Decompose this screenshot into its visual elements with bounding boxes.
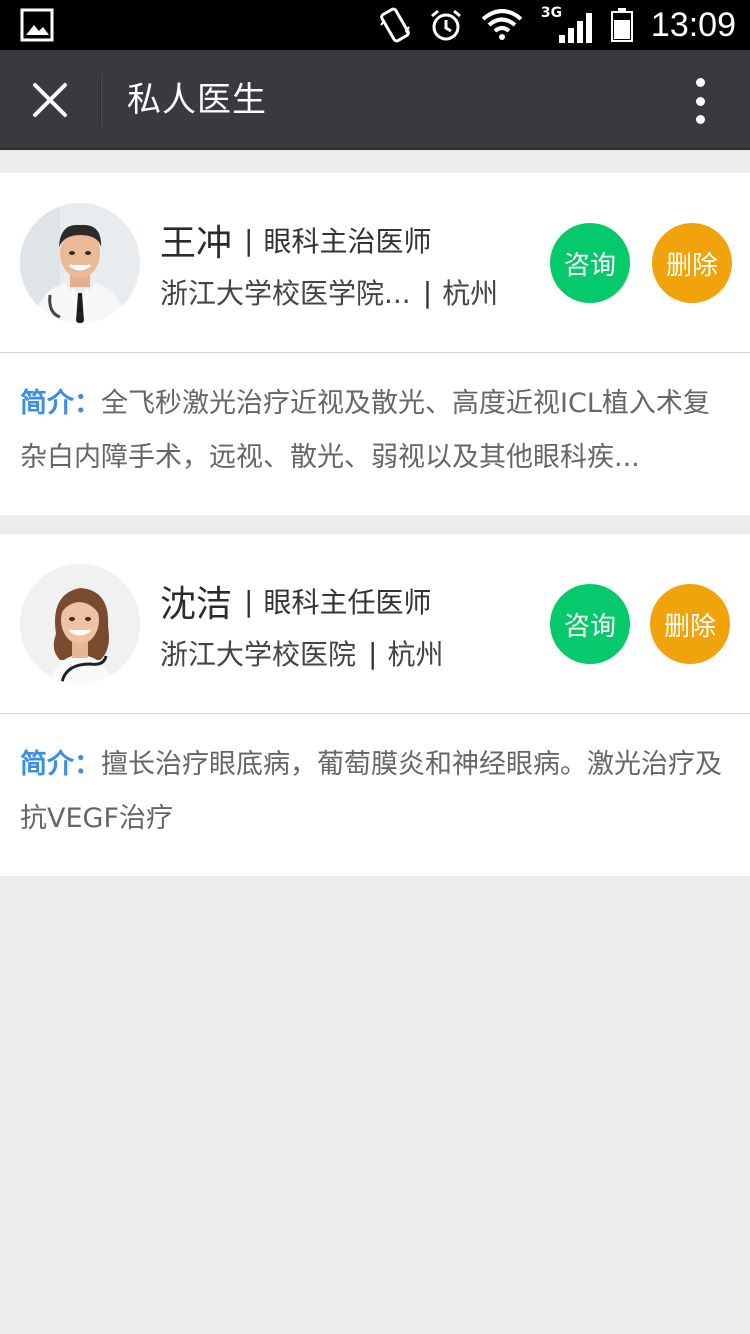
doctor-name-line: 沈洁 | 眼科主任医师 bbox=[160, 576, 431, 626]
doctor-intro: 简介：全飞秒激光治疗近视及散光、高度近视ICL植入术复杂白内障手术，远视、散光、… bbox=[0, 353, 750, 515]
doctor-hospital-line: 浙江大学校医院 | 杭州 bbox=[160, 631, 443, 675]
alarm-icon bbox=[430, 9, 461, 41]
top-nav-bar: 私人医生 bbox=[0, 50, 750, 150]
consult-button[interactable]: 咨询 bbox=[550, 223, 630, 303]
close-icon[interactable] bbox=[30, 80, 70, 120]
consult-button[interactable]: 咨询 bbox=[550, 584, 630, 664]
more-vertical-icon[interactable] bbox=[690, 78, 710, 124]
battery-icon bbox=[610, 8, 633, 42]
separator: | bbox=[244, 584, 254, 618]
separator: | bbox=[368, 636, 378, 670]
page-title: 私人医生 bbox=[127, 80, 267, 120]
doctor-name-line: 王冲 | 眼科主治医师 bbox=[160, 215, 431, 265]
vibrate-icon bbox=[380, 7, 410, 43]
intro-label: 简介： bbox=[20, 388, 101, 419]
doctor-avatar bbox=[20, 564, 140, 684]
signal-icon: 3G bbox=[541, 5, 593, 45]
doctor-hospital: 浙江大学校医院 bbox=[160, 638, 357, 671]
doctor-card-header: 王冲 | 眼科主治医师 浙江大学校医学院... | 杭州 咨询 删除 bbox=[0, 173, 750, 353]
doctor-avatar bbox=[20, 203, 140, 323]
intro-label: 简介： bbox=[20, 749, 101, 780]
doctor-card[interactable]: 王冲 | 眼科主治医师 浙江大学校医学院... | 杭州 咨询 删除 简介：全飞… bbox=[0, 173, 750, 515]
image-icon bbox=[20, 8, 54, 42]
doctor-card-header: 沈洁 | 眼科主任医师 浙江大学校医院 | 杭州 咨询 删除 bbox=[0, 534, 750, 714]
status-bar: 3G 13:09 bbox=[0, 0, 750, 50]
doctor-title: 眼科主治医师 bbox=[263, 225, 432, 258]
doctor-name: 沈洁 bbox=[160, 584, 233, 625]
doctor-card[interactable]: 沈洁 | 眼科主任医师 浙江大学校医院 | 杭州 咨询 删除 简介：擅长治疗眼底… bbox=[0, 534, 750, 876]
male-doctor-photo bbox=[20, 203, 140, 323]
intro-text: 全飞秒激光治疗近视及散光、高度近视ICL植入术复杂白内障手术，远视、散光、弱视以… bbox=[20, 388, 710, 473]
wifi-icon bbox=[481, 9, 523, 40]
doctor-city: 杭州 bbox=[442, 277, 499, 310]
doctor-city: 杭州 bbox=[387, 638, 444, 671]
doctor-hospital-line: 浙江大学校医学院... | 杭州 bbox=[160, 270, 498, 314]
separator: | bbox=[244, 223, 254, 257]
nav-divider bbox=[100, 75, 102, 127]
delete-button[interactable]: 删除 bbox=[650, 584, 730, 664]
doctor-title: 眼科主任医师 bbox=[263, 586, 432, 619]
delete-button[interactable]: 删除 bbox=[652, 223, 732, 303]
intro-text: 擅长治疗眼底病，葡萄膜炎和神经眼病。激光治疗及抗VEGF治疗 bbox=[20, 749, 722, 834]
doctor-hospital: 浙江大学校医学院... bbox=[160, 277, 411, 310]
doctor-name: 王冲 bbox=[160, 223, 233, 264]
clock-time: 13:09 bbox=[650, 5, 736, 44]
female-doctor-photo bbox=[20, 564, 140, 684]
separator: | bbox=[422, 275, 433, 309]
doctor-intro: 简介：擅长治疗眼底病，葡萄膜炎和神经眼病。激光治疗及抗VEGF治疗 bbox=[0, 714, 750, 876]
